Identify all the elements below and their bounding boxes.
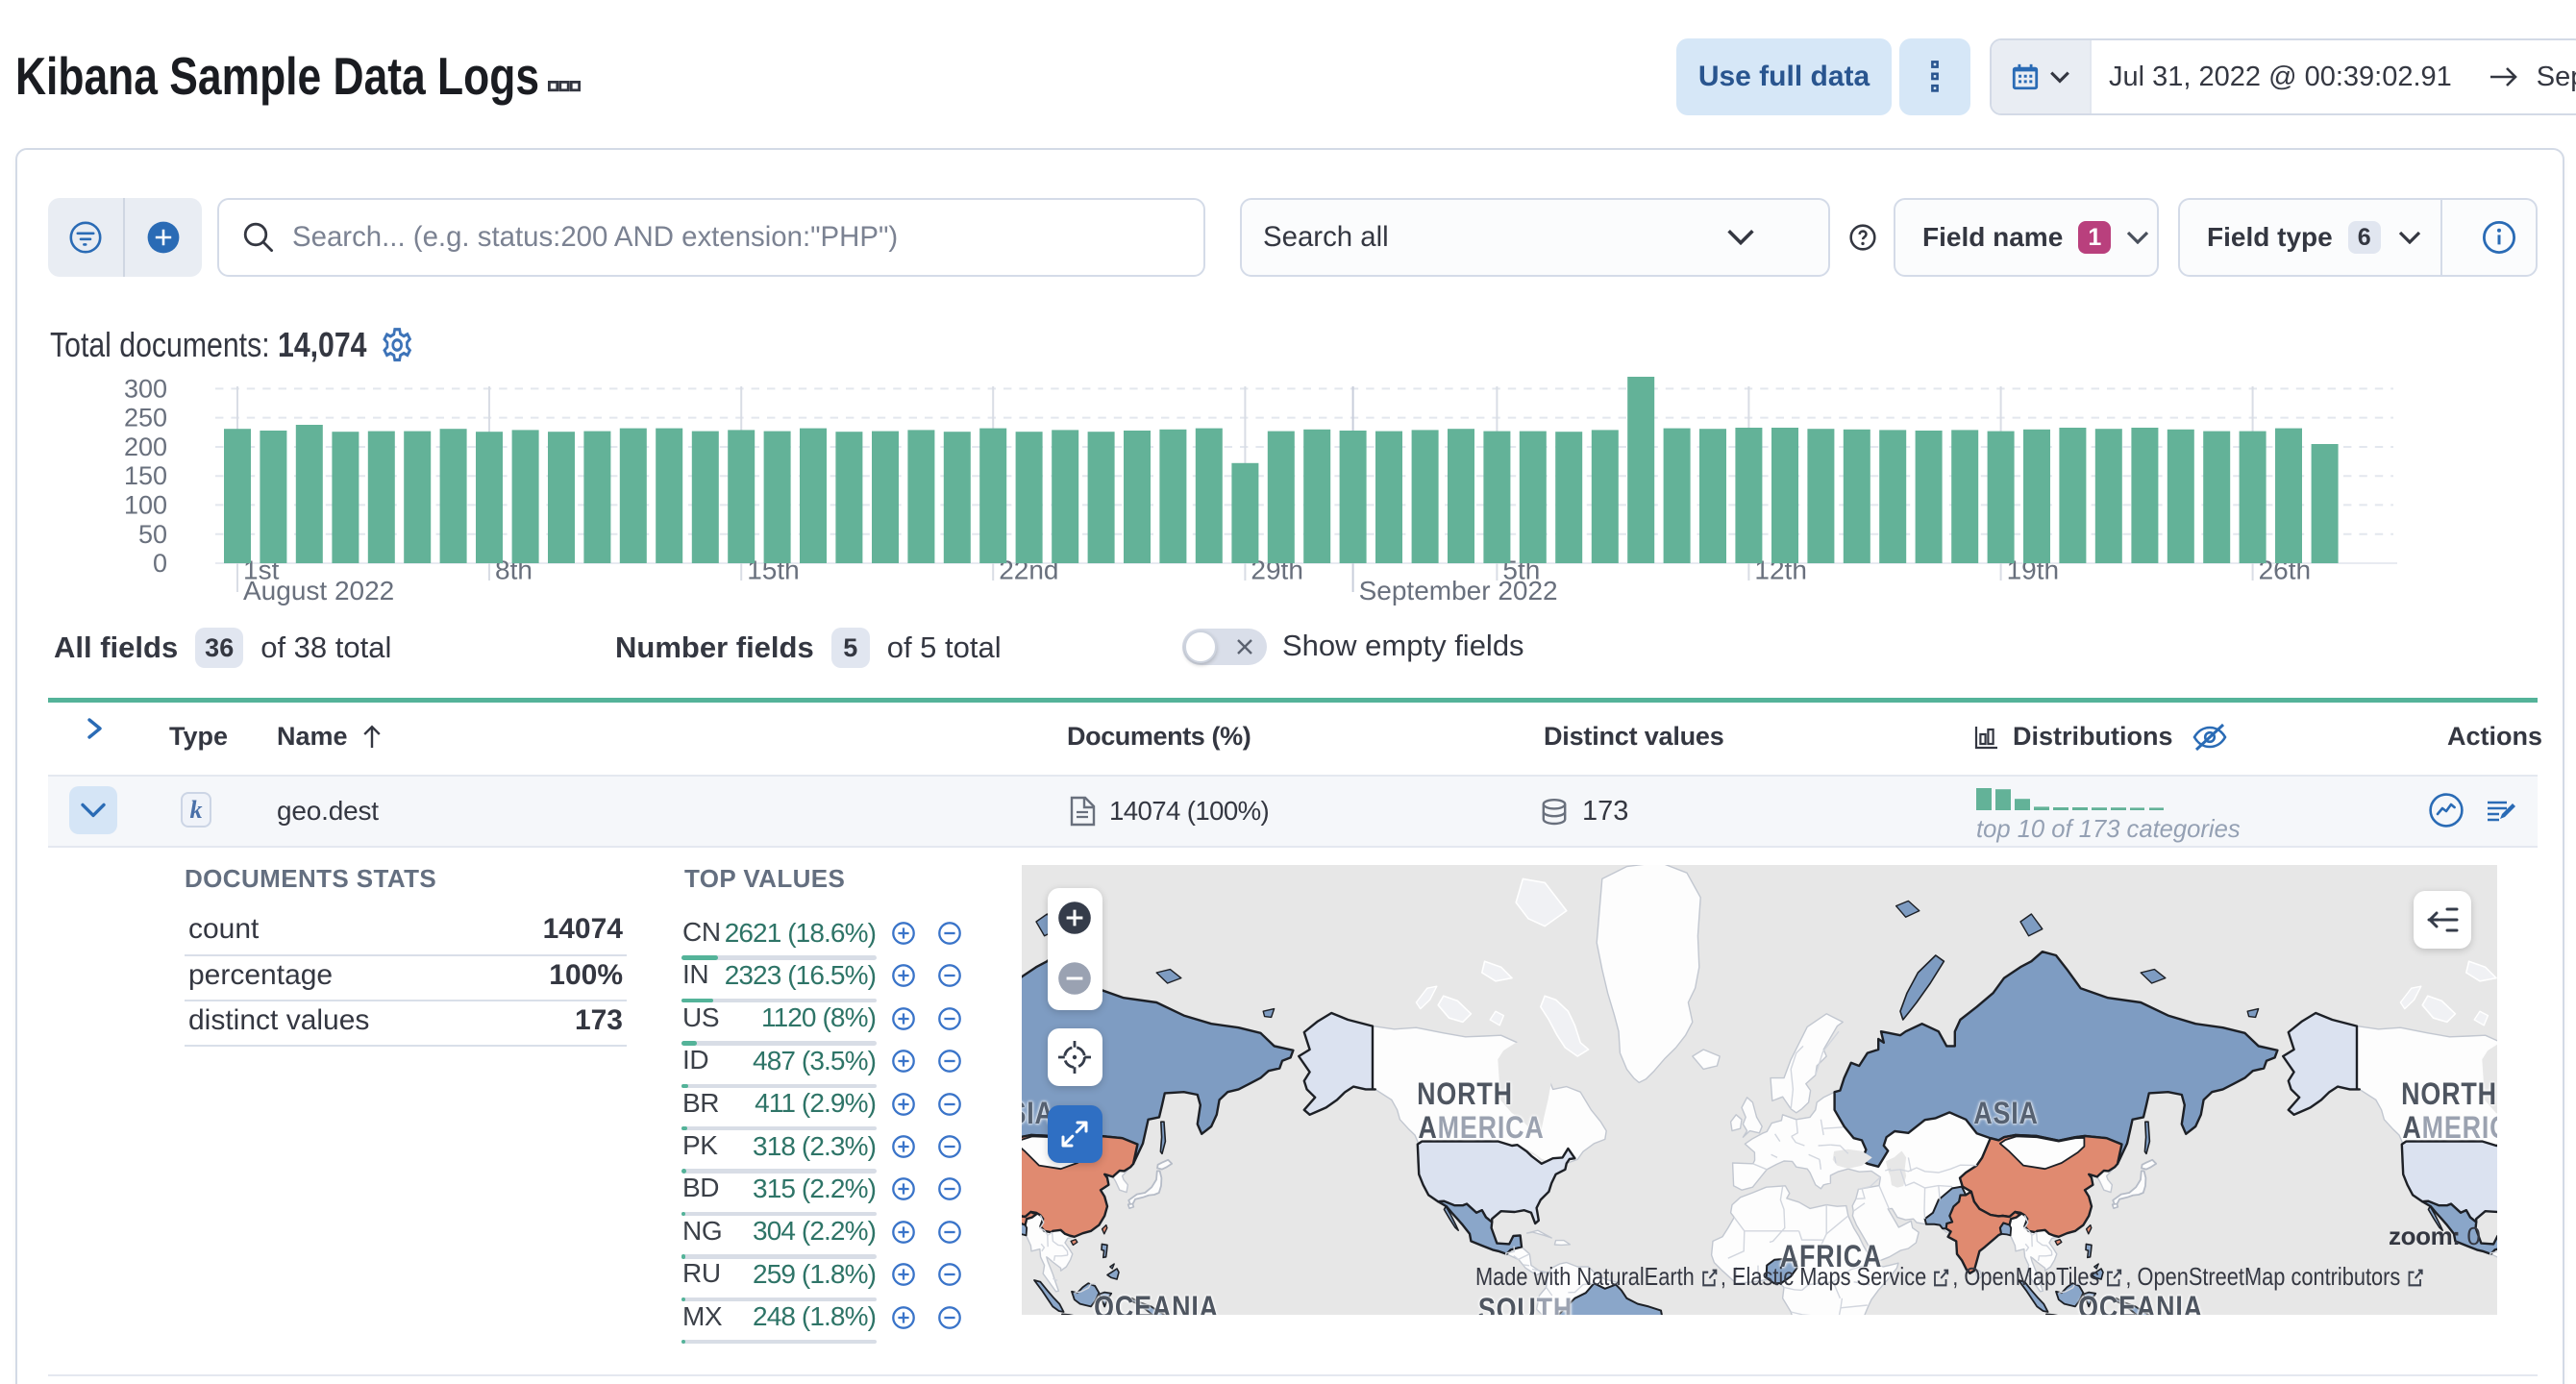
svg-text:August 2022: August 2022	[243, 576, 394, 606]
svg-text:300: 300	[124, 377, 167, 403]
svg-text:September 2022: September 2022	[1359, 576, 1558, 606]
svg-text:250: 250	[124, 404, 167, 432]
svg-text:50: 50	[138, 520, 167, 549]
svg-text:150: 150	[124, 461, 167, 490]
svg-text:0: 0	[153, 549, 167, 578]
svg-text:100: 100	[124, 490, 167, 519]
svg-text:200: 200	[124, 432, 167, 461]
